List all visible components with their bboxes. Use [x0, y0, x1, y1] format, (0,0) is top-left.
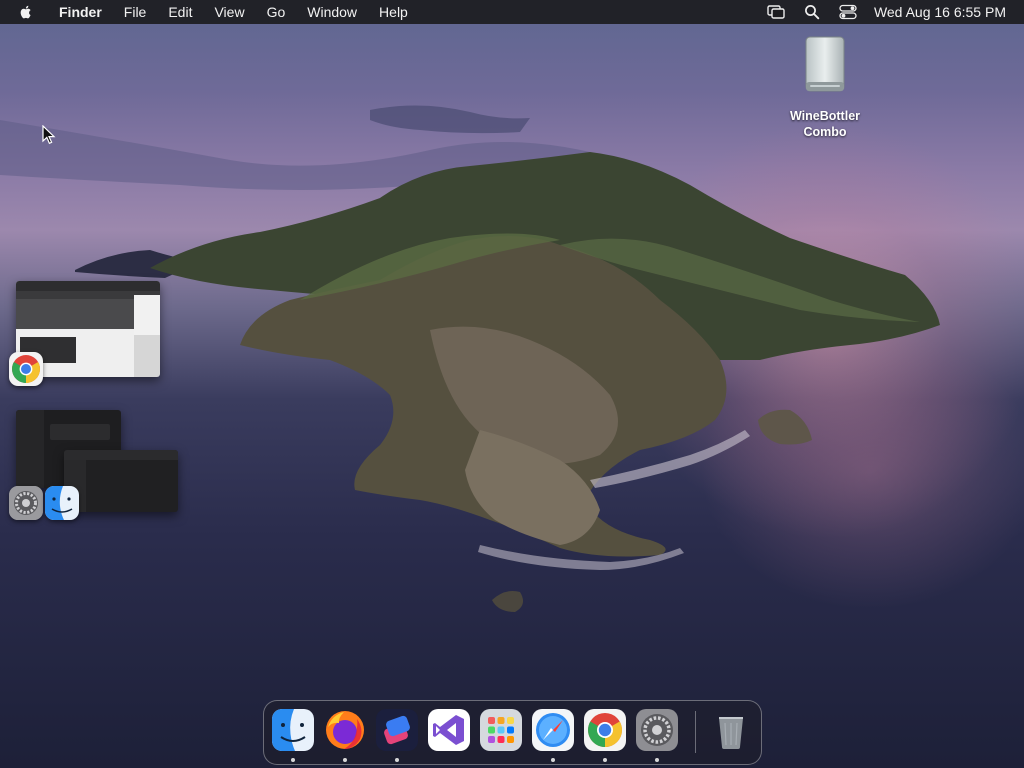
- stage-badge-chrome[interactable]: [9, 352, 43, 386]
- chrome-icon: [588, 713, 622, 747]
- drive-label-line2: Combo: [803, 125, 847, 139]
- menu-file[interactable]: File: [113, 0, 158, 24]
- menu-window[interactable]: Window: [296, 0, 368, 24]
- external-drive-icon[interactable]: [796, 36, 854, 94]
- system-settings-icon: [641, 714, 673, 746]
- trash-icon: [719, 717, 743, 749]
- dock-safari[interactable]: [532, 709, 574, 751]
- dock-firefox[interactable]: [324, 709, 366, 751]
- dock-running-indicator: [291, 758, 295, 762]
- dock-trash[interactable]: [710, 709, 752, 751]
- apple-menu-icon[interactable]: [18, 4, 34, 20]
- thumbnail-settings-panel: [50, 424, 110, 440]
- dock-shortcuts[interactable]: [376, 709, 418, 751]
- dock: [263, 700, 762, 765]
- desktop-drive-icon[interactable]: WineBottler Combo: [784, 36, 866, 140]
- stage-badge-finder[interactable]: [45, 486, 79, 520]
- thumbnail-settings-sidebar: [16, 410, 44, 488]
- stage-thumbnail-finder-window[interactable]: [64, 450, 178, 512]
- finder-icon: [45, 486, 79, 520]
- dock-running-indicator: [395, 758, 399, 762]
- thumbnail-finder-toolbar: [64, 450, 178, 460]
- dock-running-indicator: [343, 758, 347, 762]
- safari-icon: [536, 713, 570, 747]
- spotlight-search-icon[interactable]: [802, 4, 822, 20]
- menu-edit[interactable]: Edit: [157, 0, 203, 24]
- firefox-icon: [326, 711, 364, 749]
- drive-label-line1: WineBottler: [789, 109, 861, 123]
- thumbnail-sidebar: [134, 295, 160, 335]
- chrome-icon: [12, 355, 40, 383]
- dock-separator: [695, 711, 696, 753]
- finder-icon: [272, 709, 314, 751]
- launchpad-icon: [488, 717, 514, 743]
- thumbnail-banner: [16, 299, 134, 329]
- thumbnail-tabbar: [16, 281, 160, 291]
- dock-finder[interactable]: [272, 709, 314, 751]
- visual-studio-icon: [433, 715, 464, 745]
- dock-running-indicator: [603, 758, 607, 762]
- dock-running-indicator: [655, 758, 659, 762]
- control-center-icon[interactable]: [838, 4, 858, 20]
- dock-system-settings[interactable]: [636, 709, 678, 751]
- menu-view[interactable]: View: [203, 0, 255, 24]
- dock-visual-studio[interactable]: [428, 709, 470, 751]
- menu-go[interactable]: Go: [256, 0, 297, 24]
- screen-mirroring-icon[interactable]: [766, 4, 786, 20]
- menu-app-name[interactable]: Finder: [48, 0, 113, 24]
- island-illustration: [0, 105, 940, 612]
- stage-badge-system-settings[interactable]: [9, 486, 43, 520]
- desktop-wallpaper: [0, 0, 1024, 768]
- shortcuts-icon: [384, 715, 410, 745]
- mouse-pointer-icon: [42, 125, 56, 145]
- dock-launchpad[interactable]: [480, 709, 522, 751]
- dock-running-indicator: [551, 758, 555, 762]
- menu-help[interactable]: Help: [368, 0, 419, 24]
- menu-clock[interactable]: Wed Aug 16 6:55 PM: [866, 4, 1024, 20]
- system-settings-icon: [9, 486, 43, 520]
- menu-bar: Finder File Edit View Go Window Help Wed…: [0, 0, 1024, 24]
- dock-chrome[interactable]: [584, 709, 626, 751]
